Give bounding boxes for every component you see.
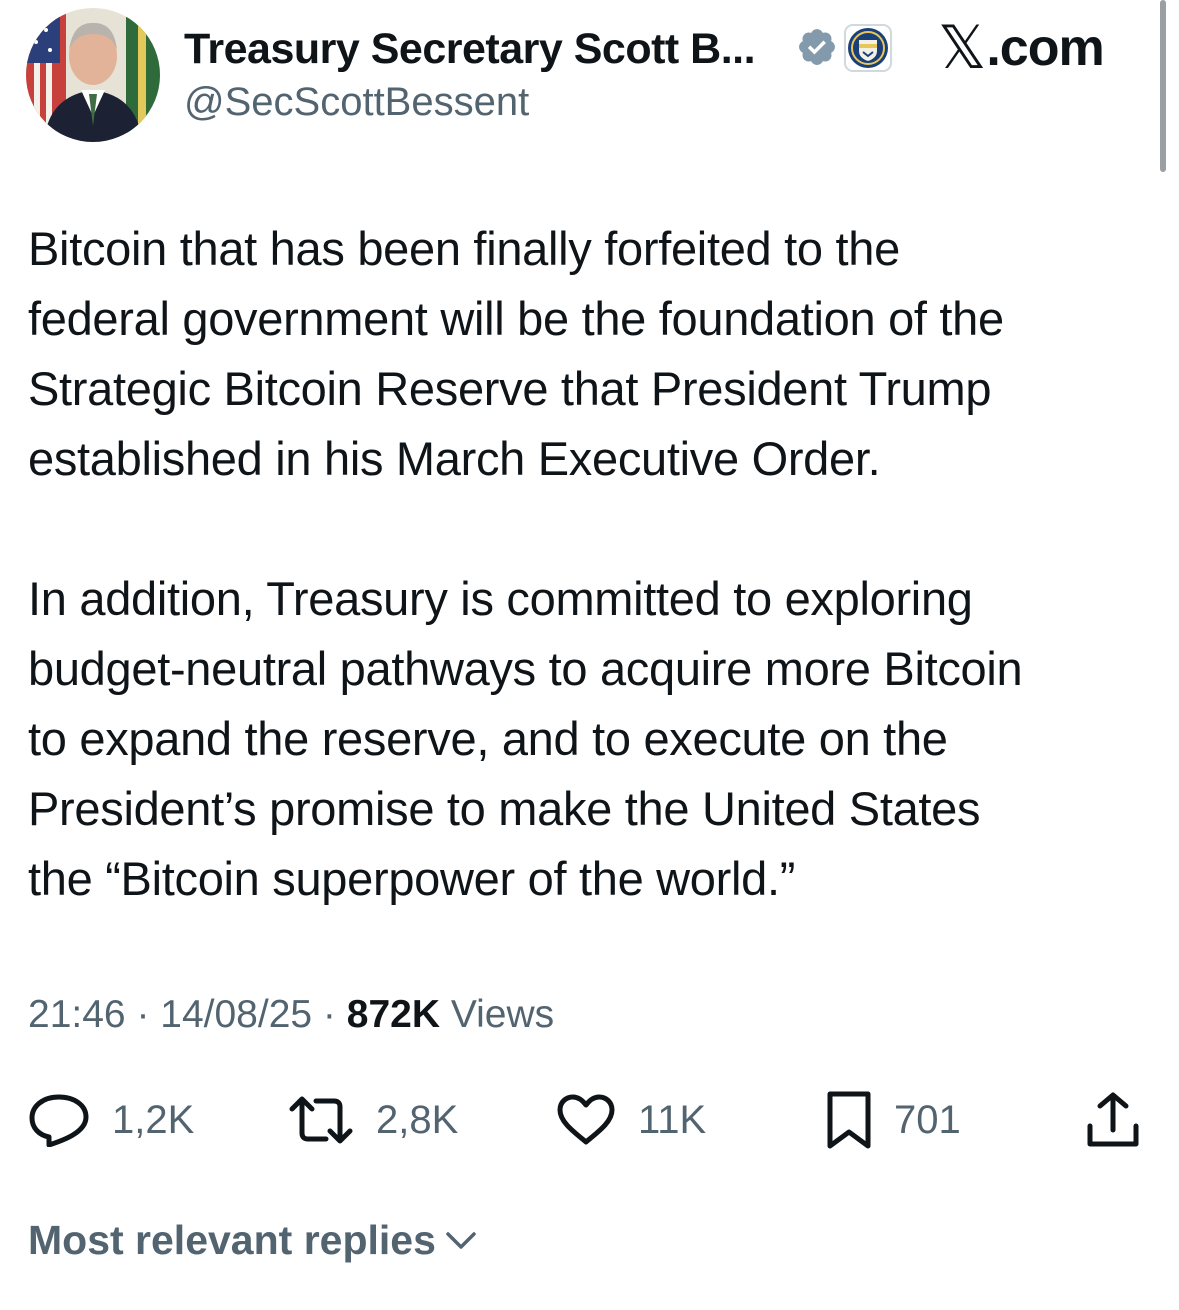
scrollbar[interactable] [1160,0,1166,172]
reply-button[interactable]: 1,2K [28,1090,194,1150]
meta-separator: · [125,993,161,1036]
author-display-name[interactable]: Treasury Secretary Scott B... [184,24,756,74]
x-logo-suffix: .com [986,19,1104,77]
action-bar: 1,2K 2,8K 11K 701 [0,1090,1179,1150]
replies-sort-dropdown[interactable]: Most relevant replies [28,1214,478,1266]
like-button[interactable]: 11K [556,1090,706,1150]
tweet-text: Bitcoin that has been finally forfeited … [28,222,1023,905]
replies-sort-label: Most relevant replies [28,1217,436,1263]
bookmark-count: 701 [894,1098,961,1142]
treasury-seal-icon[interactable] [844,24,892,72]
like-icon [557,1094,615,1145]
views-label: Views [440,993,555,1036]
repost-icon [289,1096,353,1144]
author-handle[interactable]: @SecScottBessent [184,78,529,126]
repost-count: 2,8K [376,1098,459,1142]
share-icon [1087,1092,1139,1147]
tweet-meta: 21:46 · 14/08/25 · 872K Views [28,990,554,1040]
bookmark-icon [827,1091,871,1149]
verified-badge-icon[interactable] [796,26,838,68]
bookmark-button[interactable]: 701 [826,1090,961,1150]
views-count[interactable]: 872K [347,993,440,1036]
meta-separator: · [312,993,347,1036]
repost-button[interactable]: 2,8K [288,1090,458,1150]
like-count: 11K [638,1098,707,1142]
tweet-date[interactable]: 14/08/25 [160,993,312,1036]
x-logo-mark: 𝕏 [938,14,987,81]
reply-icon [29,1094,89,1147]
tweet-time[interactable]: 21:46 [28,993,126,1036]
share-button[interactable] [1086,1090,1140,1150]
x-logo: 𝕏 .com [938,14,1105,81]
avatar[interactable] [26,8,160,142]
chevron-down-icon [446,1232,476,1249]
reply-count: 1,2K [112,1098,195,1142]
